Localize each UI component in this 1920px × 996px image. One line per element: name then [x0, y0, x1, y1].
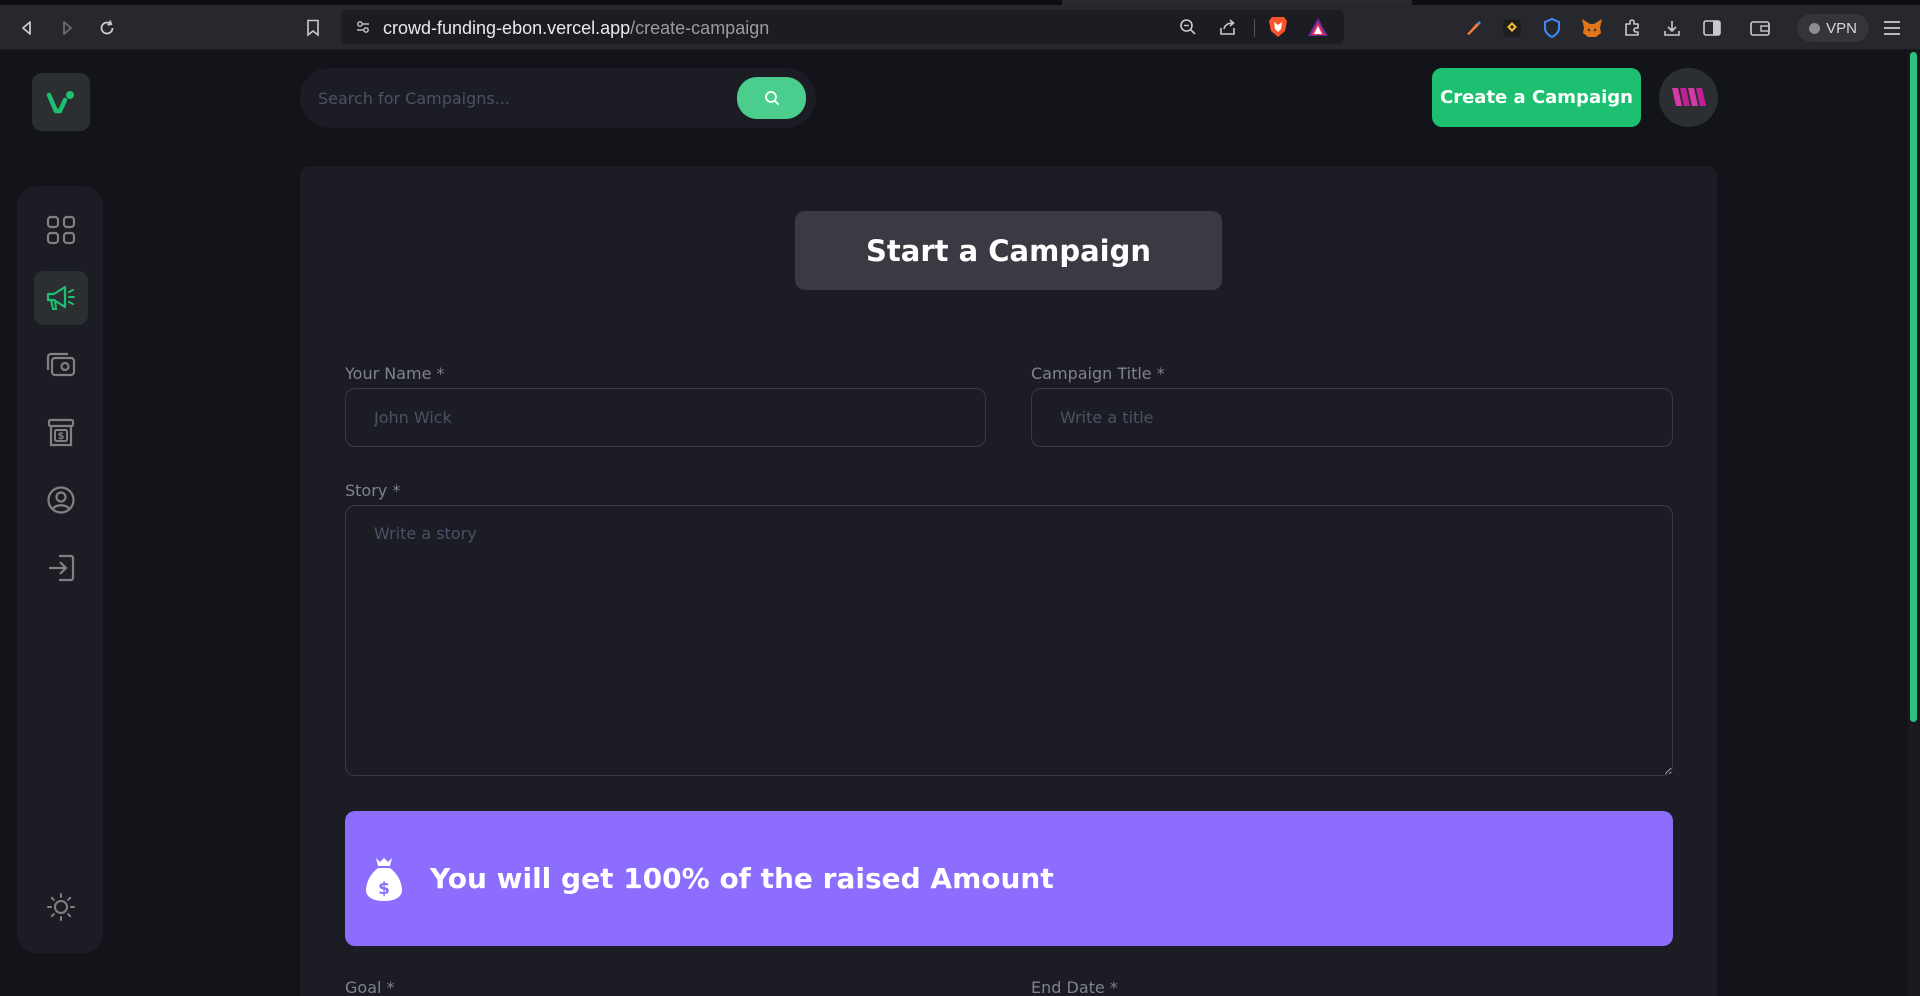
campaign-title-label: Campaign Title * [1031, 364, 1165, 383]
page-title: Start a Campaign [866, 233, 1151, 268]
scrollbar-thumb[interactable] [1910, 52, 1917, 722]
page-title-box: Start a Campaign [795, 211, 1222, 290]
info-banner: $ You will get 100% of the raised Amount [345, 811, 1673, 946]
sidebar-item-campaign[interactable] [34, 271, 88, 325]
search-bar [300, 68, 816, 128]
svg-text:$: $ [58, 431, 65, 442]
url-text: crowd-funding-ebon.vercel.app/create-cam… [383, 18, 769, 39]
name-label: Your Name * [345, 364, 445, 383]
story-field[interactable] [345, 505, 1673, 776]
banner-text: You will get 100% of the raised Amount [430, 862, 1054, 895]
url-host: crowd-funding-ebon.vercel.app [383, 18, 631, 38]
download-icon[interactable] [1661, 17, 1683, 39]
goal-label: Goal * [345, 978, 395, 996]
toolbar-divider [1254, 19, 1255, 37]
pen-extension-icon[interactable] [1462, 17, 1484, 39]
name-field[interactable] [345, 388, 986, 447]
create-campaign-form: Start a Campaign Your Name * Campaign Ti… [300, 166, 1717, 996]
brave-rewards-icon[interactable] [1307, 16, 1329, 38]
search-icon [764, 91, 779, 105]
svg-text:$: $ [378, 879, 390, 899]
brave-shields-icon[interactable] [1267, 16, 1289, 38]
reload-icon[interactable] [93, 14, 121, 42]
sidebar-item-dashboard[interactable] [34, 203, 88, 257]
share-icon[interactable] [1218, 17, 1238, 37]
avatar-logo-icon [1671, 87, 1706, 106]
vpn-status-icon [1809, 22, 1821, 34]
forward-icon[interactable] [53, 14, 81, 42]
cash-register-icon: $ [47, 418, 75, 447]
address-bar[interactable]: crowd-funding-ebon.vercel.app/create-cam… [341, 10, 1344, 44]
logout-icon [49, 554, 75, 582]
search-button[interactable] [737, 77, 806, 119]
search-input[interactable] [318, 80, 718, 116]
grid-icon [46, 215, 76, 245]
sidebar-item-profile[interactable] [34, 473, 88, 527]
menu-icon[interactable] [1881, 17, 1903, 39]
user-circle-icon [47, 486, 75, 514]
theme-toggle[interactable] [34, 880, 88, 934]
bookmark-icon[interactable] [299, 14, 327, 42]
sidebar-item-withdraw[interactable]: $ [34, 406, 88, 460]
vpn-button[interactable]: VPN [1797, 14, 1869, 42]
metamask-icon[interactable] [1581, 17, 1603, 39]
story-label: Story * [345, 481, 401, 500]
wallet-icon [46, 352, 76, 377]
campaign-title-field[interactable] [1031, 388, 1673, 447]
money-bag-icon: $ [364, 855, 404, 903]
wallet-icon[interactable] [1749, 17, 1771, 39]
logo-icon [46, 91, 74, 114]
sidebar-item-logout[interactable] [34, 541, 88, 595]
end-date-label: End Date * [1031, 978, 1118, 996]
back-icon[interactable] [13, 14, 41, 42]
site-settings-icon[interactable] [354, 18, 372, 36]
extensions-puzzle-icon[interactable] [1621, 17, 1643, 39]
megaphone-icon [46, 285, 75, 310]
sun-icon [47, 893, 75, 921]
app-logo[interactable] [32, 73, 90, 131]
sidebar-item-payment[interactable] [34, 338, 88, 392]
binance-wallet-icon[interactable] [1501, 17, 1523, 39]
zoom-icon[interactable] [1178, 17, 1198, 37]
avatar[interactable] [1659, 68, 1718, 127]
shield-extension-icon[interactable] [1541, 17, 1563, 39]
create-campaign-button[interactable]: Create a Campaign [1432, 68, 1641, 127]
url-path: /create-campaign [630, 18, 770, 38]
vpn-label: VPN [1826, 19, 1857, 37]
browser-toolbar: crowd-funding-ebon.vercel.app/create-cam… [0, 5, 1920, 50]
sidebar-toggle-icon[interactable] [1701, 17, 1723, 39]
